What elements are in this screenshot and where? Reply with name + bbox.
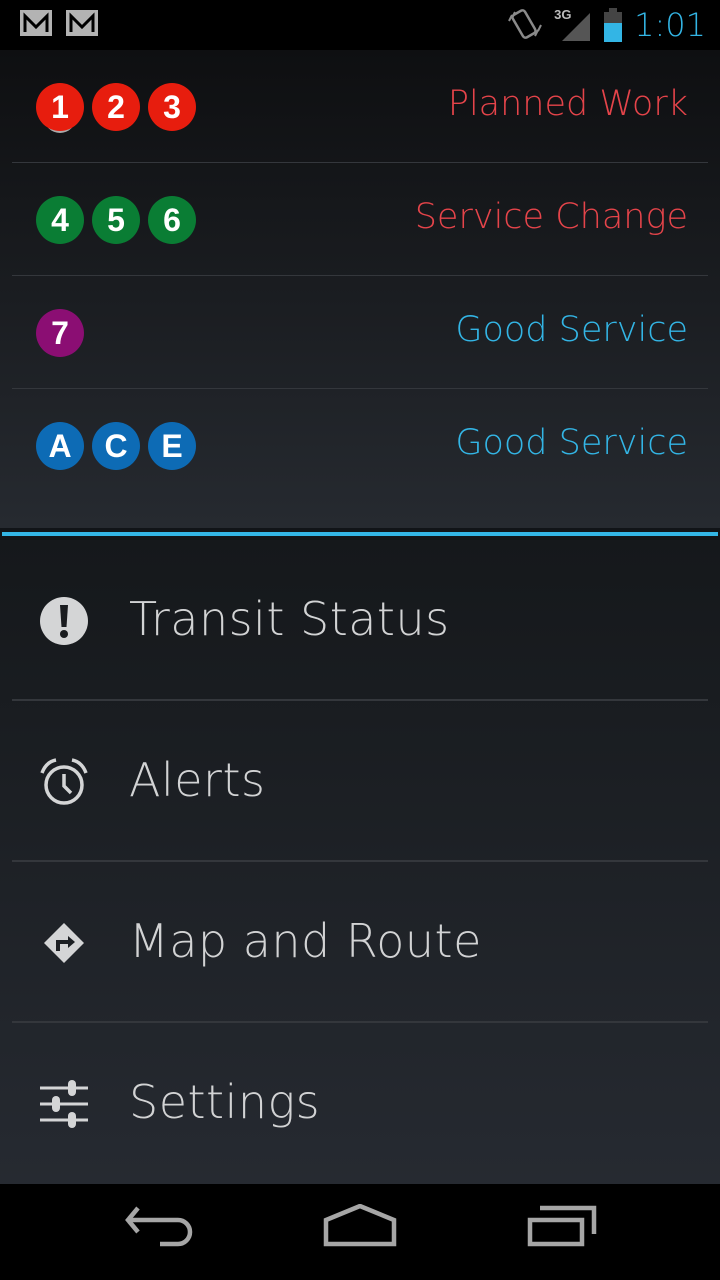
navigation-menu: Transit Status Alerts Map and Route Sett… bbox=[0, 540, 720, 1184]
menu-item-label: Alerts bbox=[129, 753, 266, 807]
sliders-icon bbox=[40, 1080, 88, 1128]
status-indicators: 3G 1:01 bbox=[508, 6, 706, 44]
alarm-clock-icon bbox=[40, 758, 88, 805]
line-status-panel: 1 2 3 Planned Work 4 5 6 Service Change … bbox=[0, 50, 720, 528]
line-row-123[interactable]: 1 2 3 Planned Work bbox=[12, 50, 708, 163]
line-row-7[interactable]: 7 Good Service bbox=[12, 276, 708, 389]
status-text: Good Service bbox=[455, 423, 688, 463]
menu-item-map-and-route[interactable]: Map and Route bbox=[12, 862, 708, 1023]
home-button[interactable] bbox=[310, 1204, 410, 1260]
line-row-ace[interactable]: A C E Good Service bbox=[12, 389, 708, 502]
line-bullet-6: 6 bbox=[148, 196, 196, 244]
menu-item-settings[interactable]: Settings bbox=[12, 1023, 708, 1184]
line-bullet-3: 3 bbox=[148, 83, 196, 131]
line-bullets: 7 bbox=[36, 309, 84, 357]
line-bullet-2: 2 bbox=[92, 83, 140, 131]
status-text: Good Service bbox=[455, 310, 688, 350]
clock: 1:01 bbox=[634, 6, 706, 44]
status-bar: 3G 1:01 bbox=[0, 0, 720, 50]
recent-apps-button[interactable] bbox=[516, 1204, 616, 1260]
line-bullet-7: 7 bbox=[36, 309, 84, 357]
line-bullet-a: A bbox=[36, 422, 84, 470]
menu-item-label: Map and Route bbox=[129, 914, 482, 968]
signal-3g-icon: 3G bbox=[552, 7, 592, 43]
status-text: Planned Work bbox=[447, 84, 688, 124]
line-bullet-4: 4 bbox=[36, 196, 84, 244]
section-divider bbox=[0, 528, 720, 540]
menu-item-label: Settings bbox=[129, 1075, 321, 1129]
line-bullets: A C E bbox=[36, 422, 196, 470]
gmail-icon bbox=[20, 10, 52, 36]
menu-item-transit-status[interactable]: Transit Status bbox=[12, 540, 708, 701]
line-bullet-5: 5 bbox=[92, 196, 140, 244]
gmail-icon bbox=[66, 10, 98, 36]
line-bullet-e: E bbox=[148, 422, 196, 470]
system-nav-bar bbox=[0, 1184, 720, 1280]
line-bullets: 4 5 6 bbox=[36, 196, 196, 244]
line-bullet-c: C bbox=[92, 422, 140, 470]
vibrate-icon bbox=[508, 9, 543, 39]
line-row-456[interactable]: 4 5 6 Service Change bbox=[12, 163, 708, 276]
notification-icons bbox=[20, 10, 98, 36]
line-bullets: 1 2 3 bbox=[36, 83, 196, 131]
status-text: Service Change bbox=[414, 197, 688, 237]
alert-icon bbox=[40, 597, 88, 645]
menu-item-alerts[interactable]: Alerts bbox=[12, 701, 708, 862]
back-button[interactable] bbox=[112, 1204, 212, 1260]
line-bullet-1: 1 bbox=[36, 83, 84, 131]
battery-icon bbox=[604, 8, 623, 42]
directions-icon bbox=[44, 923, 84, 963]
menu-item-label: Transit Status bbox=[129, 592, 450, 646]
